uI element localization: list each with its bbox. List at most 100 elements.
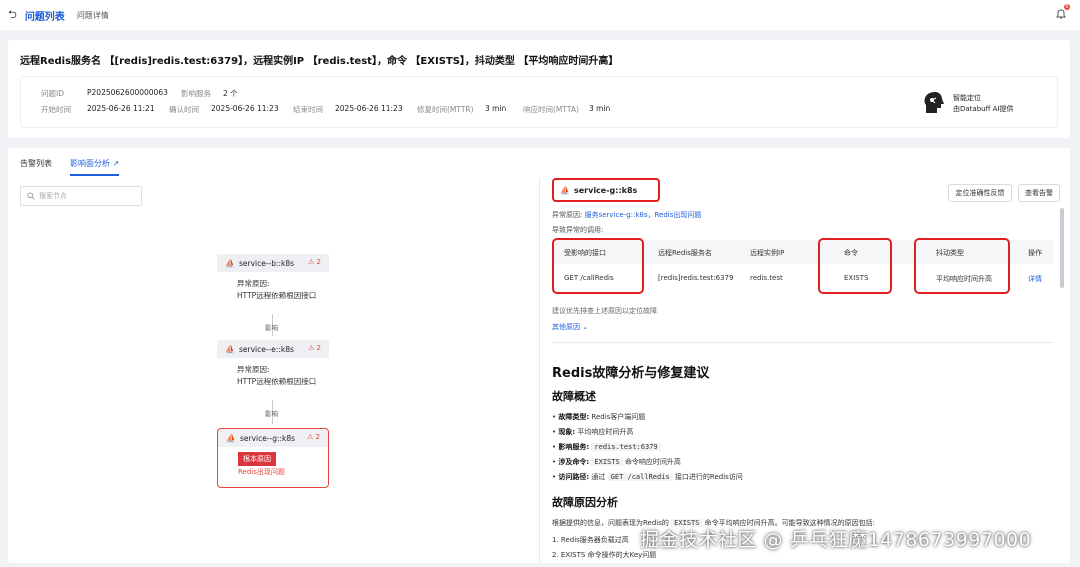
tab-impact-label: 影响面分析 xyxy=(70,159,110,168)
analysis-title: 故障原因分析 xyxy=(552,496,618,509)
external-link-icon[interactable]: ↗ xyxy=(113,159,120,168)
highlight-jitter-type xyxy=(914,238,1010,294)
node-body: 根本原因 Redis出现问题 xyxy=(218,447,328,478)
start-label: 开始时间 xyxy=(41,105,71,114)
panel-divider xyxy=(539,178,540,563)
end-label: 结束时间 xyxy=(293,105,323,114)
list-item: • 涉及命令: EXISTS 命令响应时间升高 xyxy=(552,458,681,466)
overview-title: 故障概述 xyxy=(552,390,596,403)
root-cause-text: Redis出现问题 xyxy=(238,468,285,476)
header-redis-service: 远程Redis服务名 xyxy=(658,249,712,257)
top-bar: ⮌ 问题列表 问题详情 6 xyxy=(0,0,1080,30)
mttr-label: 修复时间(MTTR) xyxy=(417,105,474,114)
affected-count[interactable]: 2 个 xyxy=(223,88,238,99)
detail-panel: ⛵ service-g::k8s 定位准确性反馈 查看告警 异常原因: 服务se… xyxy=(548,178,1064,563)
highlight-command xyxy=(818,238,892,294)
k8s-icon: ⛵ xyxy=(225,344,235,354)
problem-id-label: 问题ID xyxy=(41,89,64,98)
search-icon xyxy=(27,192,35,200)
bullet-code: redis.test:6379 xyxy=(591,443,661,451)
bullet-text: 平均响应时间升高 xyxy=(577,428,634,436)
search-placeholder: 搜索节点 xyxy=(39,192,67,200)
bullet-pre: 通过 xyxy=(591,473,606,481)
node-search[interactable]: 搜索节点 xyxy=(20,186,142,206)
tab-alert-list[interactable]: 告警列表 xyxy=(20,156,52,174)
node-name: service--b::k8s xyxy=(238,258,295,268)
other-causes-toggle[interactable]: 其他原因 ⌄ xyxy=(552,322,588,332)
problem-summary: 远程Redis服务名 【[redis]redis.test:6379】，远程实例… xyxy=(8,40,1070,138)
node-header: ⛵ service--e::k8s ⚠ 2 xyxy=(217,340,329,358)
k8s-icon: ⛵ xyxy=(225,258,235,268)
list-item: • 故障类型: Redis客户端问题 xyxy=(552,413,646,421)
watermark: 掘金技术社区 @ 乒乓狂魔1478673997000 xyxy=(640,529,1032,551)
header-action: 操作 xyxy=(1028,249,1042,257)
report-title: Redis故障分析与修复建议 xyxy=(552,366,710,381)
mttr-value: 3 min xyxy=(485,104,507,113)
alert-count-value: 2 xyxy=(316,258,321,266)
node-name: service--e::k8s xyxy=(238,344,294,354)
selected-service-name: service-g::k8s xyxy=(573,185,638,195)
cause-link[interactable]: 服务service-g::k8s，Redis出现问题 xyxy=(585,211,702,219)
detail-link[interactable]: 详情 xyxy=(1028,274,1042,284)
cause-label: 异常原因: xyxy=(237,279,270,288)
alert-count: ⚠ 2 xyxy=(308,344,321,352)
tab-problem-detail[interactable]: 问题详情 xyxy=(77,10,109,21)
header-instance-ip: 远程实例IP xyxy=(750,249,785,257)
tab-impact-analysis[interactable]: 影响面分析 ↗ xyxy=(70,156,120,176)
scrollbar[interactable] xyxy=(1060,208,1064,288)
graph-node-e[interactable]: ⛵ service--e::k8s ⚠ 2 异常原因: HTTP远程依赖根因接口 xyxy=(217,340,329,388)
list-item: • 现象: 平均响应时间升高 xyxy=(552,428,634,436)
k8s-icon: ⛵ xyxy=(560,185,570,195)
calls-label: 导致异常的调用: xyxy=(552,226,604,234)
alert-count: ⚠ 2 xyxy=(308,258,321,266)
view-alerts-button[interactable]: 查看告警 xyxy=(1018,184,1060,202)
confirm-label: 确认时间 xyxy=(169,105,199,114)
selected-service: ⛵ service-g::k8s xyxy=(552,178,660,202)
tab-problem-list[interactable]: 问题列表 xyxy=(25,8,65,23)
bullet-text: 命令响应时间升高 xyxy=(624,458,681,466)
bullet-label: 访问路径: xyxy=(558,473,590,481)
cell-redis-service: [redis]redis.test:6379 xyxy=(658,274,734,282)
graph-node-g-root[interactable]: ⛵ service--g::k8s ⚠ 2 根本原因 Redis出现问题 xyxy=(217,428,329,488)
analysis-item-1: 1. Redis服务器负载过高 xyxy=(552,536,629,544)
cell-instance-ip: redis.test xyxy=(750,274,783,282)
feedback-button[interactable]: 定位准确性反馈 xyxy=(948,184,1012,202)
bullet-code: EXISTS xyxy=(591,458,623,466)
affected-label: 影响服务 xyxy=(181,89,211,98)
cause-line: 异常原因: 服务service-g::k8s，Redis出现问题 xyxy=(552,210,701,220)
alert-count: ⚠ 2 xyxy=(307,433,320,441)
bullet-text: 接口进行的Redis访问 xyxy=(674,473,743,481)
root-cause-tag: 根本原因 xyxy=(238,452,276,466)
list-item: • 影响服务: redis.test:6379 xyxy=(552,442,661,452)
node-header: ⛵ service--g::k8s ⚠ 2 xyxy=(218,429,328,447)
node-body: 异常原因: HTTP远程依赖根因接口 xyxy=(217,358,329,388)
problem-title: 远程Redis服务名 【[redis]redis.test:6379】，远程实例… xyxy=(20,56,619,67)
bullet-label: 影响服务: xyxy=(558,443,590,451)
cause-text: HTTP远程依赖根因接口 xyxy=(237,291,317,300)
k8s-icon: ⛵ xyxy=(226,433,236,443)
analysis-panel: 告警列表 影响面分析 ↗ 搜索节点 ⛵ service--b::k8s ⚠ 2 … xyxy=(8,148,1070,563)
calls-table: 受影响的接口 远程Redis服务名 远程实例IP 命令 抖动类型 操作 GET … xyxy=(552,238,1054,300)
bullet-label: 涉及命令: xyxy=(558,458,590,466)
node-header: ⛵ service--b::k8s ⚠ 2 xyxy=(217,254,329,272)
notification-badge: 6 xyxy=(1064,4,1070,10)
ai-head-icon xyxy=(924,92,944,113)
edge-label: 影响 xyxy=(265,324,278,332)
start-time: 2025-06-26 11:21 xyxy=(87,104,155,113)
end-time: 2025-06-26 11:23 xyxy=(335,104,403,113)
analysis-tabs: 告警列表 影响面分析 ↗ xyxy=(20,156,137,176)
cause-prefix: 异常原因: xyxy=(552,211,583,219)
mtta-label: 响应时间(MTTA) xyxy=(523,105,579,114)
ai-badge: 智能定位 由Databuff AI提供 xyxy=(923,91,1043,115)
cause-label: 异常原因: xyxy=(237,365,270,374)
back-icon[interactable]: ⮌ xyxy=(8,6,17,25)
bullet-label: 故障类型: xyxy=(558,413,590,421)
highlight-interface xyxy=(552,238,644,294)
alert-count-value: 2 xyxy=(315,433,320,441)
alert-count-value: 2 xyxy=(316,344,321,352)
node-body: 异常原因: HTTP远程依赖根因接口 xyxy=(217,272,329,302)
graph-node-b[interactable]: ⛵ service--b::k8s ⚠ 2 异常原因: HTTP远程依赖根因接口 xyxy=(217,254,329,302)
ai-label: 智能定位 xyxy=(953,94,981,102)
section-divider xyxy=(552,342,1054,343)
suggestion-text: 建议优先排查上述原因以定位故障 xyxy=(552,307,657,315)
